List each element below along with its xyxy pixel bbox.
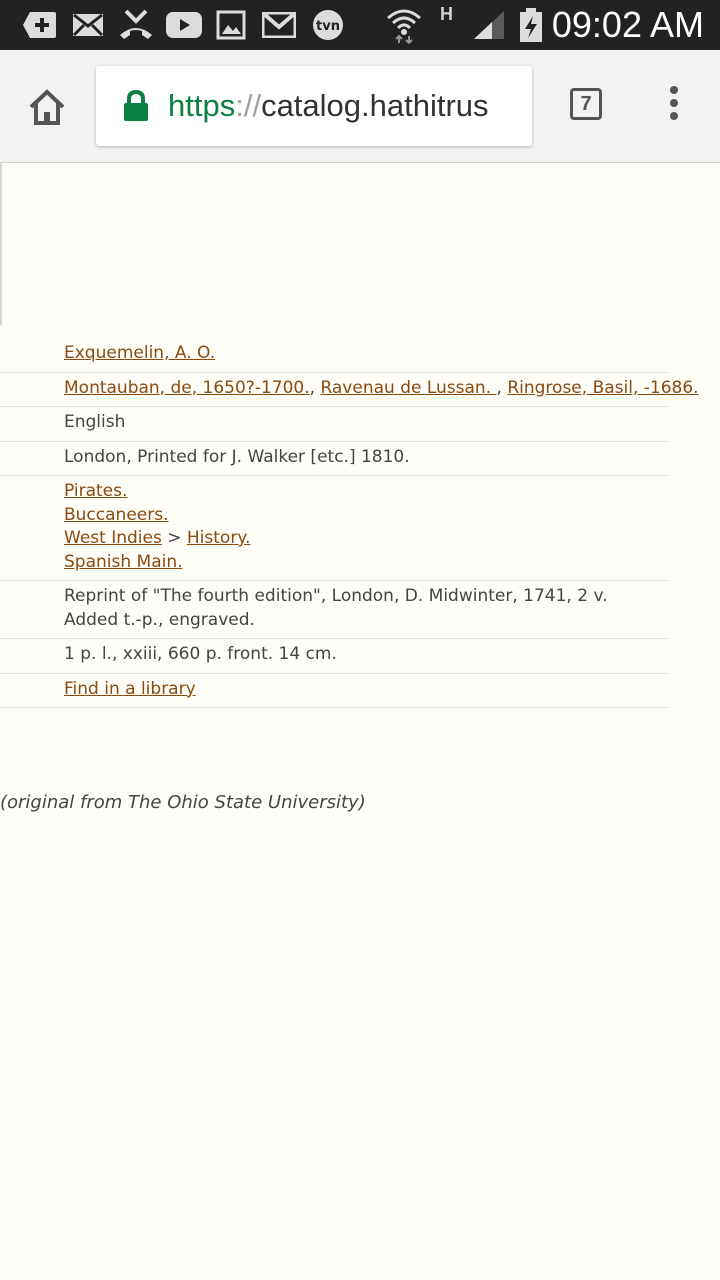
lock-icon	[124, 90, 148, 121]
author-link-ringrose[interactable]: Ringrose, Basil, -1686.	[507, 378, 698, 398]
url-scheme: https	[168, 88, 236, 123]
author-separator: ,	[309, 377, 321, 398]
youtube-icon	[166, 9, 202, 41]
published-row: London, Printed for J. Walker [etc.] 181…	[0, 442, 669, 476]
note-reprint: Reprint of "The fourth edition", London,…	[64, 586, 608, 606]
url-host: catalog.hathitrus	[261, 88, 489, 123]
subject-link-spanish-main[interactable]: Spanish Main.	[64, 552, 183, 572]
gmail-icon	[262, 9, 296, 41]
left-rule	[0, 163, 2, 325]
record-table: Exquemelin, A. O. Montauban, de, 1650?-1…	[0, 338, 699, 708]
find-in-library-row: Find in a library	[0, 674, 669, 708]
gallery-icon	[216, 9, 246, 41]
menu-dot-icon	[670, 86, 678, 94]
language-value: English	[64, 412, 126, 432]
missed-call-icon	[118, 9, 154, 41]
address-bar[interactable]: https://catalog.hathitrus	[96, 66, 532, 146]
physical-description-value: 1 p. l., xxiii, 660 p. front. 14 cm.	[64, 644, 337, 664]
overflow-menu-button[interactable]	[664, 86, 684, 126]
menu-dot-icon	[670, 99, 678, 107]
note-added-tp: Added t.-p., engraved.	[64, 609, 255, 630]
subject-link-history[interactable]: History.	[187, 528, 250, 548]
url-text: https://catalog.hathitrus	[168, 66, 489, 146]
main-author-link[interactable]: Exquemelin, A. O.	[64, 343, 215, 363]
home-icon	[29, 89, 65, 125]
subject-link-buccaneers[interactable]: Buccaneers.	[64, 505, 169, 525]
tvn-icon: tvn	[310, 9, 346, 41]
author-link-ravenau[interactable]: Ravenau de Lussan.	[320, 378, 496, 398]
menu-dot-icon	[670, 112, 678, 120]
language-row: English	[0, 407, 669, 442]
status-bar: tvn H 09:02 AM	[0, 0, 720, 50]
notes-row: Reprint of "The fourth edition", London,…	[0, 581, 669, 639]
published-value: London, Printed for J. Walker [etc.] 181…	[64, 446, 410, 467]
browser-toolbar: https://catalog.hathitrus 7	[0, 50, 720, 163]
clock: 09:02 AM	[551, 4, 704, 45]
subject-subdivision-separator: >	[167, 528, 182, 548]
wifi-icon	[386, 6, 422, 44]
mail-icon	[72, 9, 104, 41]
battery-charging-icon	[518, 8, 544, 42]
tab-switcher-button[interactable]: 7	[570, 88, 602, 120]
author-separator: ,	[496, 377, 508, 398]
subjects-row: Pirates. Buccaneers. West Indies > Histo…	[0, 476, 669, 581]
signal-icon	[472, 9, 506, 41]
tvn-logo-text: tvn	[316, 19, 340, 34]
physical-description-row: 1 p. l., xxiii, 660 p. front. 14 cm.	[0, 639, 669, 674]
home-button[interactable]	[24, 84, 70, 130]
original-source-note: (original from The Ohio State University…	[0, 792, 366, 813]
network-type: H	[440, 4, 453, 24]
main-author-row: Exquemelin, A. O.	[0, 338, 669, 373]
find-in-library-link[interactable]: Find in a library	[64, 679, 196, 699]
other-authors-row: Montauban, de, 1650?-1700., Ravenau de L…	[0, 373, 699, 407]
url-separator: ://	[235, 88, 262, 123]
add-icon	[22, 9, 58, 41]
subject-link-west-indies[interactable]: West Indies	[64, 528, 162, 548]
author-link-montauban[interactable]: Montauban, de, 1650?-1700.	[64, 378, 310, 398]
subject-link-pirates[interactable]: Pirates.	[64, 481, 127, 501]
